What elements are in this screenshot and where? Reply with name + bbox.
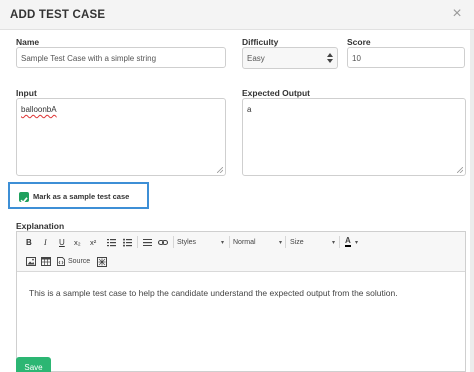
- editor-toolbar: B I U x₂ x² Styles ▾ Normal ▾ Size ▾ A ▾…: [17, 232, 465, 272]
- chevron-down-icon: ▾: [279, 240, 283, 246]
- chevron-down-icon: ▾: [332, 240, 336, 246]
- chevron-down-icon: ▾: [355, 240, 359, 246]
- name-label: Name: [16, 37, 40, 47]
- bulleted-list-icon[interactable]: [123, 238, 132, 247]
- input-label: Input: [16, 88, 37, 98]
- close-icon[interactable]: ×: [448, 5, 466, 23]
- expected-output-label: Expected Output: [242, 88, 311, 98]
- rich-text-editor: B I U x₂ x² Styles ▾ Normal ▾ Size ▾ A ▾…: [16, 231, 466, 372]
- select-arrows-icon: [327, 53, 333, 63]
- horizontal-line-icon[interactable]: [143, 238, 152, 247]
- size-dropdown[interactable]: Size ▾: [290, 238, 340, 248]
- subscript-button[interactable]: x₂: [74, 238, 81, 248]
- numbered-list-icon[interactable]: [107, 238, 116, 247]
- toolbar-separator: [285, 236, 286, 248]
- format-dropdown-label: Normal: [233, 239, 256, 246]
- toolbar-separator: [339, 236, 340, 248]
- expected-output-textarea[interactable]: a: [242, 98, 466, 176]
- text-color-icon: A: [345, 236, 351, 247]
- code-snippet-icon[interactable]: [97, 257, 107, 267]
- toolbar-separator: [137, 236, 138, 248]
- resize-grip-icon[interactable]: [457, 167, 463, 173]
- styles-dropdown-label: Styles: [177, 239, 197, 246]
- input-textarea[interactable]: balloonbA: [16, 98, 226, 176]
- name-input[interactable]: Sample Test Case with a simple string: [16, 47, 226, 68]
- source-icon: [57, 257, 65, 266]
- toolbar-separator: [173, 236, 174, 248]
- toolbar-separator: [229, 236, 230, 248]
- underline-button[interactable]: U: [59, 238, 65, 248]
- score-label: Score: [347, 37, 371, 47]
- source-label: Source: [68, 258, 91, 265]
- sample-test-case-option[interactable]: Mark as a sample test case: [8, 182, 149, 209]
- sample-checkbox-label: Mark as a sample test case: [33, 192, 130, 201]
- superscript-button[interactable]: x²: [90, 238, 96, 248]
- bold-button[interactable]: B: [26, 238, 32, 248]
- difficulty-label: Difficulty: [242, 37, 279, 47]
- format-dropdown[interactable]: Normal ▾: [233, 238, 287, 248]
- score-input[interactable]: 10: [347, 47, 465, 68]
- add-test-case-modal: ADD TEST CASE × Name Sample Test Case wi…: [0, 0, 474, 372]
- check-icon: [20, 197, 28, 204]
- modal-title: ADD TEST CASE: [10, 9, 106, 21]
- size-dropdown-label: Size: [290, 239, 304, 246]
- styles-dropdown[interactable]: Styles ▾: [177, 238, 231, 248]
- save-button[interactable]: Save: [16, 357, 51, 372]
- difficulty-select[interactable]: Easy: [242, 47, 338, 69]
- modal-header: ADD TEST CASE ×: [0, 0, 474, 30]
- italic-button[interactable]: I: [44, 238, 47, 248]
- input-value: balloonbA: [21, 105, 57, 114]
- explanation-label: Explanation: [16, 221, 65, 231]
- chevron-down-icon: ▾: [221, 240, 225, 246]
- table-icon[interactable]: [41, 257, 51, 266]
- resize-grip-icon[interactable]: [217, 167, 223, 173]
- text-color-dropdown[interactable]: A ▾: [345, 237, 363, 247]
- image-icon[interactable]: [26, 257, 36, 266]
- expected-output-value: a: [247, 105, 252, 114]
- link-icon[interactable]: [158, 238, 168, 247]
- difficulty-selected-value: Easy: [247, 54, 265, 63]
- scrollbar-track[interactable]: [470, 30, 474, 372]
- editor-content[interactable]: This is a sample test case to help the c…: [29, 288, 459, 298]
- sample-checkbox[interactable]: [19, 192, 29, 204]
